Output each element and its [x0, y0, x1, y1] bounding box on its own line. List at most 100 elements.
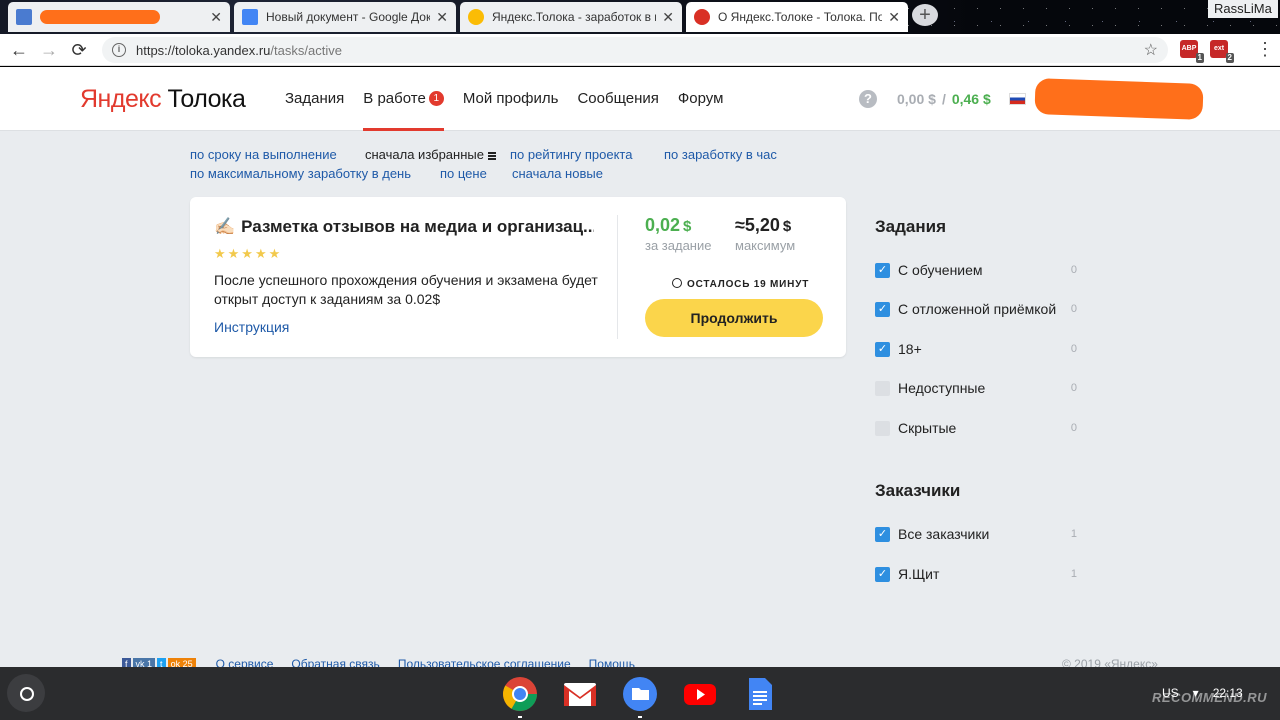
tasks-filter-heading: Задания: [875, 217, 946, 236]
checkbox-checked[interactable]: ✓: [875, 566, 890, 582]
in-progress-count-badge: 1: [428, 91, 444, 106]
nav-my-profile[interactable]: Мой профиль: [463, 67, 559, 131]
forward-arrow-icon[interactable]: →: [38, 39, 60, 61]
filter-unavailable[interactable]: Недоступные 0: [875, 379, 1077, 397]
tab-title: Новый документ - Google Док: [266, 10, 431, 24]
filter-all-requesters[interactable]: ✓ Все заказчики 1: [875, 525, 1077, 543]
logo-yandex: Яндекс: [80, 85, 162, 113]
filter-requester-ya-shchit[interactable]: ✓ Я.Щит 1: [875, 565, 1077, 583]
checkbox-unchecked[interactable]: [875, 420, 890, 436]
extension-icon[interactable]: ext 2: [1210, 40, 1234, 63]
chrome-app-icon[interactable]: [502, 676, 538, 718]
sort-by-max-daily-link[interactable]: по максимальному заработку в день: [190, 166, 411, 181]
browser-tab-2[interactable]: Новый документ - Google Док ✕: [234, 2, 456, 32]
url-host: https://toloka.yandex.ru: [136, 42, 271, 58]
back-arrow-icon[interactable]: ←: [8, 39, 30, 61]
watermark: RECOMMEND.RU: [1152, 690, 1268, 705]
time-left: ОСТАЛОСЬ 19 МИНУТ: [672, 278, 809, 290]
continue-button[interactable]: Продолжить: [645, 299, 823, 337]
sort-newest-first-link[interactable]: сначала новые: [512, 166, 603, 181]
yandex-toloka-logo[interactable]: Яндекс Толока: [80, 85, 246, 114]
new-tab-button[interactable]: +: [912, 4, 938, 26]
checkbox-checked[interactable]: ✓: [875, 262, 890, 278]
balance-available: 0,46 $: [951, 91, 991, 107]
checkbox-unchecked[interactable]: [875, 380, 890, 396]
max-currency: $: [782, 218, 792, 235]
time-left-text: ОСТАЛОСЬ 19 МИНУТ: [687, 279, 810, 290]
task-title[interactable]: ✍🏻 Разметка отзывов на медиа и организац.…: [214, 217, 594, 237]
sort-by-price-link[interactable]: по цене: [440, 166, 487, 181]
instruction-link[interactable]: Инструкция: [214, 319, 289, 335]
adblock-extension-icon[interactable]: ABP 1: [1180, 40, 1204, 63]
nav-messages[interactable]: Сообщения: [577, 67, 658, 131]
balance-separator: /: [941, 91, 946, 107]
browser-tab-1[interactable]: ✕: [8, 2, 230, 32]
close-icon[interactable]: ✕: [662, 9, 674, 26]
gmail-app-icon[interactable]: [562, 676, 598, 712]
checkbox-checked[interactable]: ✓: [875, 301, 890, 317]
filter-count: 0: [1070, 382, 1077, 394]
browser-menu-icon[interactable]: ⋮: [1256, 40, 1274, 58]
sort-by-project-rating-link[interactable]: по рейтингу проекта: [510, 147, 632, 162]
facebook-share-icon[interactable]: f: [122, 657, 131, 667]
max-label: максимум: [735, 238, 796, 253]
russian-flag-icon[interactable]: [1009, 93, 1026, 105]
footer-about-link[interactable]: О сервисе: [216, 657, 274, 667]
google-docs-app-icon[interactable]: [742, 676, 778, 712]
browser-tab-4-active[interactable]: О Яндекс.Толоке - Толока. По ✕: [686, 2, 908, 32]
filter-count: 0: [1070, 422, 1077, 434]
social-label: vk: [135, 658, 145, 668]
sort-by-deadline-link[interactable]: по сроку на выполнение: [190, 147, 337, 162]
sort-favorites-first[interactable]: сначала избранные: [365, 147, 496, 162]
checkbox-checked[interactable]: ✓: [875, 341, 890, 357]
close-icon[interactable]: ✕: [888, 9, 900, 26]
twitter-share-icon[interactable]: t: [157, 657, 166, 667]
filter-label: Недоступные: [898, 380, 986, 396]
price-currency: $: [683, 218, 692, 235]
odnoklassniki-share-icon[interactable]: ok 25: [167, 657, 196, 667]
checkbox-checked[interactable]: ✓: [875, 526, 890, 542]
sort-order-icon: [487, 152, 496, 160]
tab-title: О Яндекс.Толоке - Толока. По: [718, 10, 883, 24]
nav-forum[interactable]: Форум: [678, 67, 724, 131]
nav-tasks[interactable]: Задания: [285, 67, 344, 131]
footer-terms-link[interactable]: Пользовательское соглашение: [398, 657, 571, 667]
filter-hidden[interactable]: Скрытые 0: [875, 419, 1077, 437]
filter-delayed-acceptance[interactable]: ✓ С отложенной приёмкой 0: [875, 300, 1077, 318]
task-card: ✍🏻 Разметка отзывов на медиа и организац.…: [190, 197, 846, 357]
address-bar[interactable]: i https://toloka.yandex.ru/tasks/active …: [102, 37, 1168, 63]
sort-label: сначала избранные: [365, 147, 484, 162]
close-icon[interactable]: ✕: [436, 9, 448, 26]
reload-icon[interactable]: ⟳: [68, 39, 90, 61]
url-text[interactable]: https://toloka.yandex.ru/tasks/active: [136, 43, 1144, 58]
url-path: /tasks/active: [270, 42, 342, 58]
footer-help-link[interactable]: Помощь: [589, 657, 635, 667]
files-app-icon[interactable]: [622, 676, 658, 718]
launcher-icon[interactable]: [7, 674, 45, 712]
close-icon[interactable]: ✕: [210, 9, 222, 26]
redacted-username: [1034, 78, 1204, 120]
help-icon[interactable]: ?: [859, 90, 877, 108]
nav-label: В работе: [363, 90, 426, 107]
filter-18-plus[interactable]: ✓ 18+ 0: [875, 340, 1077, 358]
sort-by-hourly-earning-link[interactable]: по заработку в час: [664, 147, 777, 162]
bookmark-star-icon[interactable]: ☆: [1144, 40, 1158, 60]
filter-label: Все заказчики: [898, 526, 990, 542]
requesters-filter-heading: Заказчики: [875, 481, 961, 500]
redaction-scribble: [40, 10, 160, 25]
docs-logo: [749, 678, 772, 710]
youtube-app-icon[interactable]: [682, 676, 718, 712]
nav-in-progress[interactable]: В работе 1: [363, 67, 444, 131]
site-footer: f vk 1 t ok 25 О сервисе Обратная связь …: [122, 657, 635, 667]
filter-count: 0: [1070, 343, 1077, 355]
task-title-text: Разметка отзывов на медиа и организац...: [241, 217, 594, 236]
info-icon[interactable]: i: [112, 43, 126, 57]
filter-with-training[interactable]: ✓ С обучением 0: [875, 261, 1077, 279]
vk-share-icon[interactable]: vk 1: [132, 657, 156, 668]
max-value: ≈5,20: [735, 215, 780, 235]
balance[interactable]: 0,00 $ / 0,46 $: [897, 91, 991, 107]
footer-feedback-link[interactable]: Обратная связь: [291, 657, 379, 667]
browser-tab-3[interactable]: Яндекс.Толока - заработок в и ✕: [460, 2, 682, 32]
balance-pending: 0,00 $: [897, 91, 936, 107]
filter-label: С отложенной приёмкой: [898, 301, 1057, 317]
